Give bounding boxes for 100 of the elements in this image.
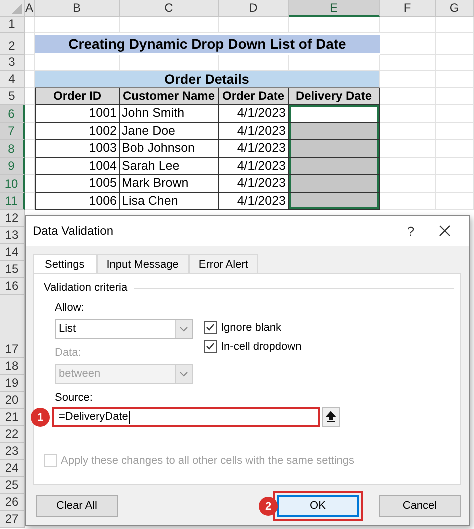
checkbox[interactable] — [204, 321, 217, 334]
row-header[interactable]: 26 — [0, 494, 25, 511]
sheet-title: Creating Dynamic Drop Down List of Date — [35, 35, 380, 53]
chevron-icon — [180, 326, 188, 332]
chevron-icon — [180, 372, 188, 376]
dialog-button[interactable]: Cancel — [379, 495, 461, 517]
table-cell: Lisa Chen — [120, 192, 219, 210]
column-header[interactable]: G — [436, 0, 474, 17]
empty-cell[interactable] — [436, 122, 474, 140]
empty-cell[interactable] — [436, 158, 474, 175]
source-field[interactable]: =DeliveryDate — [52, 407, 320, 427]
empty-cell[interactable] — [436, 192, 474, 210]
dialog-button[interactable]: OK — [277, 495, 359, 517]
row-header[interactable]: 17 — [0, 295, 25, 358]
tab[interactable]: Input Message — [96, 254, 189, 274]
checkbox-label: Apply these changes to all other cells with the same settings — [61, 454, 354, 466]
selected-cell[interactable] — [289, 140, 380, 158]
table-caption: Order Details — [35, 71, 380, 88]
selected-cell[interactable] — [289, 105, 380, 122]
row-header[interactable]: 12 — [0, 210, 25, 227]
row-header[interactable]: 14 — [0, 244, 25, 261]
empty-cell[interactable] — [289, 17, 380, 33]
empty-cell[interactable] — [25, 55, 35, 71]
column-heading: Order Date — [219, 88, 289, 105]
table-cell: Bob Johnson — [120, 140, 219, 158]
empty-cell[interactable] — [25, 192, 35, 210]
select-all-corner[interactable] — [0, 0, 25, 17]
checkbox-label: Ignore blank — [221, 322, 282, 334]
selected-cell[interactable] — [289, 122, 380, 140]
empty-cell[interactable] — [120, 17, 219, 33]
step-badge: 1 — [31, 408, 50, 427]
column-header[interactable]: B — [35, 0, 120, 17]
help-button[interactable]: ? — [401, 224, 421, 238]
column-header[interactable]: C — [120, 0, 219, 17]
row-header[interactable]: 2 — [0, 33, 25, 55]
field-label: Source: — [55, 392, 94, 405]
column-header[interactable]: E — [289, 0, 380, 17]
selected-cell[interactable] — [289, 192, 380, 210]
row-header[interactable]: 25 — [0, 477, 25, 494]
empty-cell[interactable] — [25, 175, 35, 192]
empty-cell[interactable] — [380, 17, 436, 33]
row-header[interactable]: 8 — [0, 140, 25, 158]
empty-cell[interactable] — [25, 158, 35, 175]
row-header[interactable]: 11 — [0, 192, 25, 210]
tab[interactable]: Settings — [33, 254, 97, 275]
table-cell: Mark Brown — [120, 175, 219, 192]
empty-cell[interactable] — [25, 122, 35, 140]
empty-cell[interactable] — [25, 105, 35, 122]
row-header[interactable]: 1 — [0, 17, 25, 33]
row-header[interactable]: 24 — [0, 460, 25, 477]
checkbox[interactable] — [204, 340, 217, 353]
row-header[interactable]: 5 — [0, 88, 25, 105]
allow-dropdown[interactable]: List — [55, 319, 193, 339]
row-header[interactable]: 23 — [0, 443, 25, 460]
selected-cell[interactable] — [289, 158, 380, 175]
empty-cell[interactable] — [25, 140, 35, 158]
row-header[interactable]: 20 — [0, 392, 25, 409]
empty-cell[interactable] — [436, 140, 474, 158]
row-header[interactable]: 4 — [0, 71, 25, 88]
row-header[interactable]: 6 — [0, 105, 25, 122]
row-header[interactable]: 22 — [0, 426, 25, 443]
empty-cell[interactable] — [436, 175, 474, 192]
column-header[interactable]: F — [380, 0, 436, 17]
row-header[interactable]: 3 — [0, 55, 25, 71]
table-cell: Jane Doe — [120, 122, 219, 140]
empty-cell[interactable] — [219, 17, 289, 33]
close-button[interactable] — [439, 225, 451, 237]
column-header[interactable]: A — [25, 0, 35, 17]
upload-arrow-icon — [326, 411, 336, 423]
row-header[interactable]: 15 — [0, 261, 25, 278]
empty-cell[interactable] — [436, 71, 474, 88]
field-label: Data: — [55, 347, 82, 360]
close-icon — [439, 225, 451, 237]
column-heading: Delivery Date — [289, 88, 380, 105]
row-header[interactable]: 16 — [0, 278, 25, 295]
empty-cell[interactable] — [35, 17, 120, 33]
empty-cell[interactable] — [436, 55, 474, 71]
empty-cell[interactable] — [436, 88, 474, 105]
tab[interactable]: Error Alert — [188, 254, 258, 274]
column-header[interactable]: D — [219, 0, 289, 17]
empty-cell[interactable] — [380, 55, 436, 71]
dialog-button[interactable]: Clear All — [36, 495, 118, 517]
row-header[interactable]: 13 — [0, 227, 25, 244]
corner-triangle-icon — [12, 4, 22, 14]
row-header[interactable]: 27 — [0, 511, 25, 528]
row-header[interactable]: 10 — [0, 175, 25, 192]
empty-cell[interactable] — [436, 105, 474, 122]
empty-cell[interactable] — [436, 17, 474, 33]
table-cell: 1004 — [35, 158, 120, 175]
row-header[interactable]: 19 — [0, 375, 25, 392]
step-badge: 2 — [259, 497, 278, 516]
selected-cell[interactable] — [289, 175, 380, 192]
row-header[interactable]: 9 — [0, 158, 25, 175]
empty-cell[interactable] — [436, 33, 474, 55]
row-header[interactable]: 18 — [0, 358, 25, 375]
table-cell: 1003 — [35, 140, 120, 158]
group-label: Validation criteria — [44, 282, 128, 294]
row-header[interactable]: 21 — [0, 409, 25, 426]
row-header[interactable]: 7 — [0, 122, 25, 140]
collapse-button[interactable] — [322, 407, 340, 427]
